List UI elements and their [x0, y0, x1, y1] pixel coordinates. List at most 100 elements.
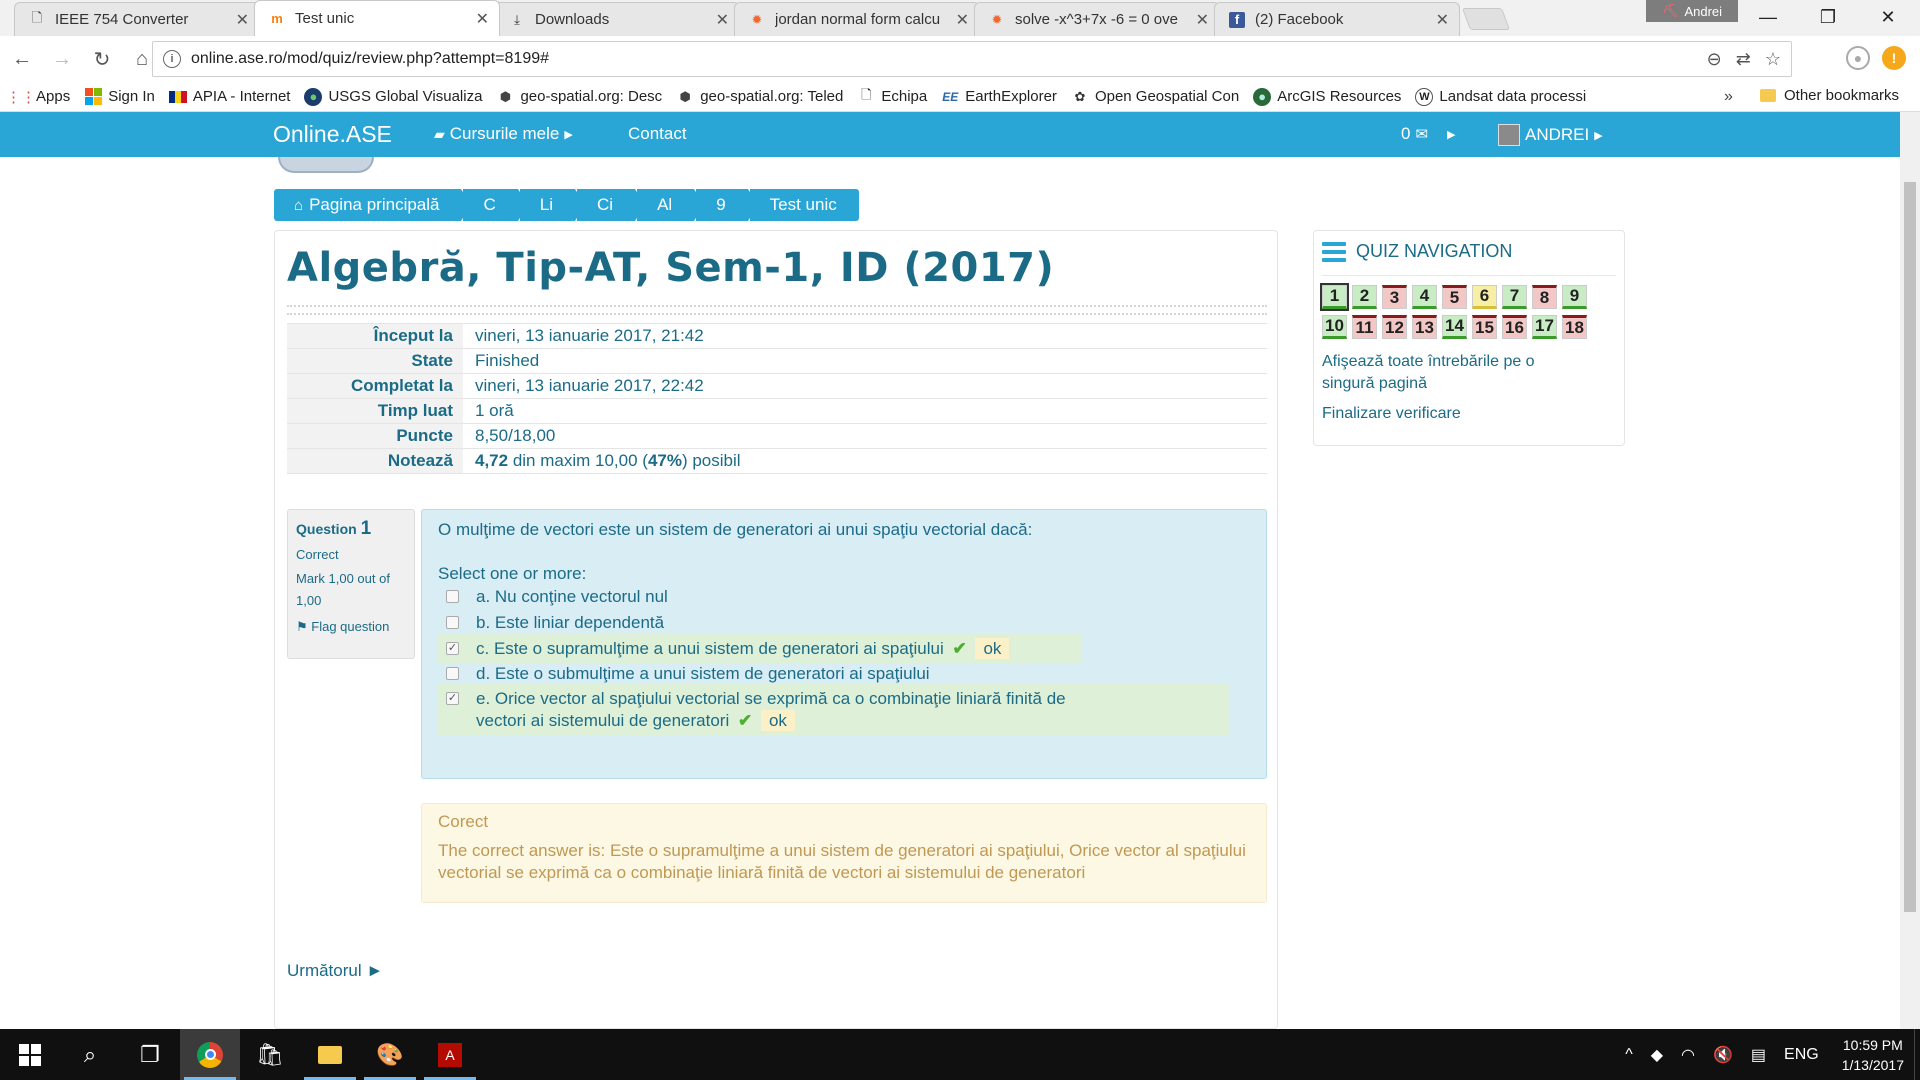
- dropbox-icon[interactable]: ◆: [1651, 1045, 1663, 1065]
- breadcrumb-item[interactable]: Al: [637, 189, 705, 221]
- tab-jordan-form[interactable]: ✹ jordan normal form calcu ✕: [734, 2, 980, 36]
- close-window-button[interactable]: ✕: [1860, 0, 1916, 34]
- bookmark-echipa[interactable]: 🗋 Echipa: [857, 87, 927, 106]
- question-nav-button[interactable]: 11: [1352, 315, 1377, 339]
- courses-menu[interactable]: ▰ Cursurile mele ▶: [434, 124, 573, 144]
- close-icon[interactable]: ✕: [1196, 10, 1209, 30]
- question-nav-button[interactable]: 3: [1382, 285, 1407, 309]
- question-nav-button[interactable]: 10: [1322, 315, 1347, 339]
- bookmark-sign-in[interactable]: Sign In: [84, 87, 155, 106]
- profile-button[interactable]: ⛏ Andrei: [1646, 0, 1738, 22]
- close-icon[interactable]: ✕: [716, 10, 729, 30]
- bookmark-usgs[interactable]: ● USGS Global Visualiza: [304, 87, 482, 106]
- question-nav-button[interactable]: 8: [1532, 285, 1557, 309]
- moodle-icon: m: [271, 11, 283, 26]
- bookmark-geo-spatial-teled[interactable]: ⬢ geo-spatial.org: Teled: [676, 88, 844, 106]
- table-row: Puncte 8,50/18,00: [287, 423, 1267, 449]
- translate-icon[interactable]: ⇄: [1736, 49, 1751, 70]
- bookmark-geo-spatial-desc[interactable]: ⬢ geo-spatial.org: Desc: [496, 88, 662, 106]
- question-nav-button[interactable]: 18: [1562, 315, 1587, 339]
- site-brand[interactable]: Online.ASE: [273, 121, 392, 148]
- answer-checkbox[interactable]: [446, 590, 459, 603]
- taskbar-app[interactable]: 🎨: [360, 1029, 420, 1080]
- zoom-icon[interactable]: ⊖: [1707, 49, 1722, 70]
- user-menu[interactable]: ANDREI ▶: [1498, 124, 1603, 146]
- question-nav-button[interactable]: 12: [1382, 315, 1407, 339]
- taskbar-store[interactable]: 🛍: [240, 1029, 300, 1080]
- taskbar-chrome[interactable]: [180, 1029, 240, 1080]
- back-button[interactable]: ←: [4, 41, 40, 77]
- star-icon[interactable]: ☆: [1765, 49, 1781, 70]
- address-bar[interactable]: i online.ase.ro/mod/quiz/review.php?atte…: [152, 41, 1792, 77]
- question-nav-button[interactable]: 2: [1352, 285, 1377, 309]
- bookmarks-more-button[interactable]: »: [1724, 88, 1733, 106]
- answer-checkbox[interactable]: [446, 667, 459, 680]
- clock[interactable]: 10:59 PM 1/13/2017: [1842, 1035, 1904, 1075]
- close-icon[interactable]: ✕: [956, 10, 969, 30]
- answer-checkbox-checked[interactable]: ✓: [446, 642, 459, 655]
- next-page-link[interactable]: Următorul ►: [287, 961, 383, 981]
- bookmark-earthexplorer[interactable]: EE EarthExplorer: [941, 88, 1057, 106]
- question-nav-button[interactable]: 14: [1442, 315, 1467, 339]
- tab-solve-cubic[interactable]: ✹ solve -x^3+7x -6 = 0 ove ✕: [974, 2, 1220, 36]
- flag-question-link[interactable]: ⚑ Flag question: [296, 616, 406, 638]
- show-desktop-button[interactable]: [1914, 1029, 1920, 1080]
- question-nav-button[interactable]: 13: [1412, 315, 1437, 339]
- minimize-button[interactable]: —: [1740, 0, 1796, 34]
- close-icon[interactable]: ✕: [476, 9, 489, 29]
- bookmark-ogc[interactable]: ✿ Open Geospatial Con: [1071, 88, 1239, 106]
- question-nav-button[interactable]: 7: [1502, 285, 1527, 309]
- tab-facebook[interactable]: f (2) Facebook ✕: [1214, 2, 1460, 36]
- scrollbar-thumb[interactable]: [1904, 182, 1916, 912]
- info-icon[interactable]: i: [163, 50, 181, 68]
- question-nav-button[interactable]: 6: [1472, 285, 1497, 309]
- question-nav-button[interactable]: 9: [1562, 285, 1587, 309]
- other-bookmarks[interactable]: Other bookmarks: [1760, 87, 1899, 104]
- breadcrumb-item[interactable]: Ci: [577, 189, 646, 221]
- taskbar-acrobat[interactable]: A: [420, 1029, 480, 1080]
- breadcrumb-home[interactable]: ⌂ Pagina principală: [274, 189, 472, 221]
- tab-downloads[interactable]: ⤓ Downloads ✕: [494, 2, 740, 36]
- finish-review-link[interactable]: Finalizare verificare: [1322, 403, 1461, 425]
- breadcrumb-item[interactable]: C: [463, 189, 529, 221]
- start-button[interactable]: [0, 1029, 60, 1080]
- close-icon[interactable]: ✕: [236, 10, 249, 30]
- question-nav-button[interactable]: 1: [1320, 283, 1349, 311]
- restore-button[interactable]: ❐: [1800, 0, 1856, 34]
- volume-mute-icon[interactable]: 🔇: [1713, 1045, 1733, 1065]
- question-nav-button[interactable]: 16: [1502, 315, 1527, 339]
- messages-menu[interactable]: 0 ✉ ▶: [1401, 124, 1456, 144]
- reload-button[interactable]: ↻: [84, 41, 120, 77]
- new-tab-button[interactable]: [1461, 8, 1511, 30]
- tab-test-unic[interactable]: m Test unic ✕: [254, 0, 500, 36]
- breadcrumb-item[interactable]: Li: [519, 189, 586, 221]
- page-scrollbar[interactable]: [1900, 112, 1920, 1029]
- wordpress-icon: W: [1415, 87, 1434, 106]
- breadcrumb-current[interactable]: Test unic: [749, 189, 859, 221]
- answer-checkbox[interactable]: [446, 616, 459, 629]
- task-view-icon[interactable]: ❐: [120, 1029, 180, 1080]
- forward-button[interactable]: →: [44, 41, 80, 77]
- notification-icon[interactable]: !: [1882, 46, 1906, 70]
- search-icon[interactable]: ⌕: [60, 1029, 120, 1080]
- tab-ieee-converter[interactable]: 🗋 IEEE 754 Converter ✕: [14, 2, 260, 36]
- action-center-icon[interactable]: ▤: [1751, 1045, 1766, 1065]
- question-nav-button[interactable]: 4: [1412, 285, 1437, 309]
- wifi-icon[interactable]: ◠: [1681, 1045, 1695, 1065]
- browser-tabstrip: 🗋 IEEE 754 Converter ✕ m Test unic ✕ ⤓ D…: [0, 0, 1920, 36]
- bookmark-apps[interactable]: ⋮⋮ Apps: [6, 88, 70, 106]
- chevron-up-icon[interactable]: ^: [1625, 1046, 1633, 1064]
- question-nav-button[interactable]: 15: [1472, 315, 1497, 339]
- show-all-questions-link[interactable]: Afişează toate întrebările pe o singură …: [1322, 351, 1582, 395]
- answer-checkbox-checked[interactable]: ✓: [446, 692, 459, 705]
- taskbar-file-explorer[interactable]: [300, 1029, 360, 1080]
- bookmark-apia[interactable]: APIA - Internet: [168, 88, 290, 105]
- question-nav-button[interactable]: 17: [1532, 315, 1557, 339]
- bookmark-arcgis[interactable]: ● ArcGIS Resources: [1253, 87, 1401, 106]
- contact-link[interactable]: Contact: [628, 124, 687, 144]
- language-indicator[interactable]: ENG: [1784, 1046, 1819, 1064]
- question-nav-button[interactable]: 5: [1442, 285, 1467, 309]
- bookmark-landsat[interactable]: W Landsat data processi: [1415, 87, 1586, 106]
- extension-icon[interactable]: ●: [1846, 46, 1870, 70]
- close-icon[interactable]: ✕: [1436, 10, 1449, 30]
